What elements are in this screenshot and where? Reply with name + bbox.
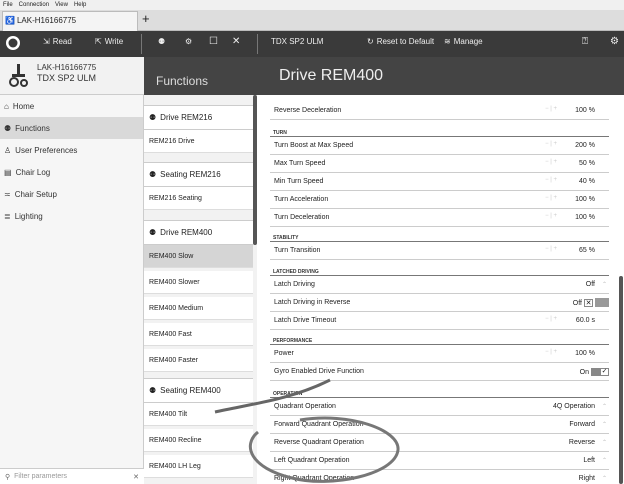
annotation-scribble xyxy=(214,378,400,483)
